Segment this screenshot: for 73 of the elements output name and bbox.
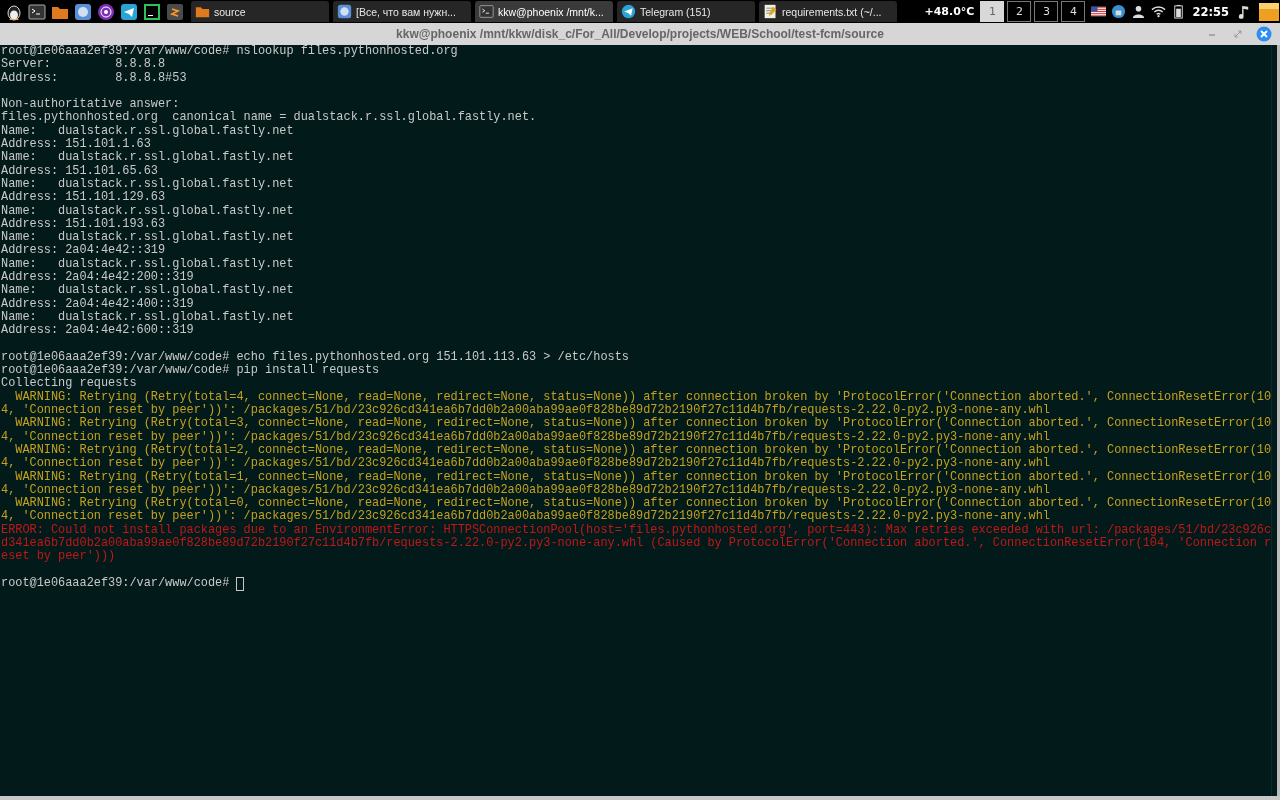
workspace-button[interactable]: 4 [1061, 1, 1086, 22]
folder-icon [195, 4, 210, 19]
onion-icon[interactable] [97, 2, 115, 21]
terminal-line: Collecting requests [1, 377, 138, 391]
terminal-line: Server: 8.8.8.8 [1, 58, 167, 72]
paper-plane-icon[interactable] [120, 2, 138, 21]
terminal-line: Non-authoritative answer: [1, 98, 180, 112]
terminal-line: Name: dualstack.r.ssl.global.fastly.net [1, 257, 295, 271]
terminal-line: Name: dualstack.r.ssl.global.fastly.net [1, 231, 295, 245]
workspace-button[interactable]: 1 [980, 1, 1005, 22]
temperature-reading: +48.0°C [924, 5, 975, 18]
taskbar-button[interactable]: kkw@phoenix /mnt/k... [475, 1, 613, 22]
penguin-icon[interactable] [5, 2, 23, 21]
close-icon [1256, 26, 1272, 42]
notepad-icon [763, 4, 778, 19]
warning-line: WARNING: Retrying (Retry(total=0, connect=None, read=None, redirect=None, status=None)) after connection broken by 'ProtocolError('Connection aborted.', ConnectionResetError(10 [14, 497, 1272, 511]
terminal-line: Address: 151.101.65.63 [1, 164, 159, 178]
terminal-line: Address: 2a04:4e42:200::319 [1, 271, 194, 285]
terminal-line: root@1e06aaa2ef39:/var/www/code# pip install requests [1, 364, 381, 378]
terminal-line: files.pythonhosted.org canonical name = dualstack.r.ssl.global.fastly.net. [1, 111, 538, 125]
clock: 22:55 [1192, 4, 1229, 19]
warning-line: 4, 'Connection reset by peer'))': /packages/51/bd/23c926cd341ea6b7dd0b2a00aba99ae0f828be89d72b2190f27c11d4b7fb/requests-2.22.0-py2.py3-none-any.whl [1, 404, 1051, 417]
terminal-line: Address: 8.8.8.8#53 [1, 71, 188, 85]
workspace-button[interactable]: 3 [1034, 1, 1059, 22]
text-cursor [236, 576, 245, 591]
terminal-line: Name: dualstack.r.ssl.global.fastly.net [1, 284, 295, 298]
taskbar-button[interactable]: [Все, что вам нужн... [333, 1, 471, 22]
terminal-line: Name: dualstack.r.ssl.global.fastly.net [1, 310, 295, 324]
terminal-icon[interactable] [28, 2, 46, 21]
terminal-line: Address: 151.101.129.63 [1, 191, 167, 205]
error-line: eset by peer'))) [1, 550, 117, 564]
terminal-line: Name: dualstack.r.ssl.global.fastly.net [1, 151, 295, 165]
error-line: ERROR: Could not install packages due to an EnvironmentError: HTTPSConnectionPool(host='files.pythonhosted.org', port=443): Max retries exceeded with url: /packages/51/bd/23c926c [1, 523, 1272, 537]
warning-line: 4, 'Connection reset by peer'))': /packages/51/bd/23c926cd341ea6b7dd0b2a00aba99ae0f828be89d72b2190f27c11d4b7fb/requests-2.22.0-py2.py3-none-any.whl [1, 483, 1051, 497]
terminal-line: Address: 2a04:4e42::319 [1, 244, 167, 258]
warning-line: 4, 'Connection reset by peer'))': /packages/51/bd/23c926cd341ea6b7dd0b2a00aba99ae0f828be89d72b2190f27c11d4b7fb/requests-2.22.0-py2.py3-none-any.whl [1, 510, 1051, 524]
terminal-line: root@1e06aaa2ef39:/var/www/code# [1, 576, 230, 591]
warning-line: 4, 'Connection reset by peer'))': /packages/51/bd/23c926cd341ea6b7dd0b2a00aba99ae0f828be89d72b2190f27c11d4b7fb/requests-2.22.0-py2.py3-none-any.whl [1, 457, 1051, 471]
music-note-icon[interactable] [1237, 4, 1251, 19]
warning-line: 4, 'Connection reset by peer'))': /packages/51/bd/23c926cd341ea6b7dd0b2a00aba99ae0f828be89d72b2190f27c11d4b7fb/requests-2.22.0-py2.py3-none-any.whl [1, 430, 1051, 444]
warning-line: WARNING: Retrying (Retry(total=4, connect=None, read=None, redirect=None, status=None)) after connection broken by 'ProtocolError('Connection aborted.', ConnectionResetError(10 [14, 390, 1272, 404]
terminal-line: Address: 2a04:4e42:600::319 [1, 324, 195, 338]
warning-line: WARNING: Retrying (Retry(total=3, connect=None, read=None, redirect=None, status=None)) after connection broken by 'ProtocolError('Connection aborted.', ConnectionResetError(10 [14, 417, 1272, 431]
browser-icon[interactable] [74, 2, 92, 21]
taskbar-button[interactable]: source [191, 1, 329, 22]
scrollbar-thumb[interactable] [1277, 45, 1280, 796]
globe-icon[interactable] [1110, 4, 1126, 19]
ide-icon[interactable] [143, 2, 161, 21]
taskbar-button[interactable]: requirements.txt (~/... [759, 1, 897, 22]
user-icon[interactable] [1130, 4, 1146, 19]
warning-line: WARNING: Retrying (Retry(total=2, connect=None, read=None, redirect=None, status=None)) after connection broken by 'ProtocolError('Connection aborted.', ConnectionResetError(10 [14, 443, 1272, 457]
terminal-line: root@1e06aaa2ef39:/var/www/code# echo files.pythonhosted.org 151.101.113.63 > /etc/hosts [1, 350, 630, 364]
terminal-line: Address: 2a04:4e42:400::319 [1, 297, 195, 311]
warning-line: WARNING: Retrying (Retry(total=1, connect=None, read=None, redirect=None, status=None)) after connection broken by 'ProtocolError('Connection aborted.', ConnectionResetError(10 [14, 470, 1272, 484]
terminal-line: Name: dualstack.r.ssl.global.fastly.net [1, 177, 295, 191]
browser-icon [337, 4, 352, 19]
flag-icon[interactable] [1090, 4, 1106, 19]
editor-icon[interactable] [166, 2, 184, 21]
window-icon[interactable] [1258, 1, 1280, 22]
terminal-line: Address: 151.101.1.63 [1, 138, 151, 152]
paper-plane-icon [621, 4, 636, 19]
close-button[interactable] [1256, 26, 1272, 42]
error-line: d341ea6b7dd0b2a00aba99ae0f828be89d72b2190f27c11d4b7fb/requests-2.22.0-py2.py3-none-any.whl (Caused by ProtocolError('Connection aborted.', ConnectionResetError(104, 'Connection r [1, 537, 1272, 550]
terminal-line: Name: dualstack.r.ssl.global.fastly.net [1, 204, 295, 218]
terminal-line: Address: 151.101.193.63 [1, 217, 166, 231]
wifi-icon[interactable] [1150, 4, 1166, 19]
window-title: kkw@phoenix /mnt/kkw/disk_c/For_All/Develop/projects/WEB/School/test-fcm/source [396, 27, 884, 41]
terminal-line: Name: dualstack.r.ssl.global.fastly.net [1, 124, 295, 138]
workspace-button[interactable]: 2 [1007, 1, 1032, 22]
taskbar-button[interactable]: Telegram (151) [617, 1, 755, 22]
terminal-line: root@1e06aaa2ef39:/var/www/code# nslookup files.pythonhosted.org [1, 45, 459, 58]
terminal-icon [479, 4, 494, 19]
maximize-icon [1234, 30, 1242, 38]
